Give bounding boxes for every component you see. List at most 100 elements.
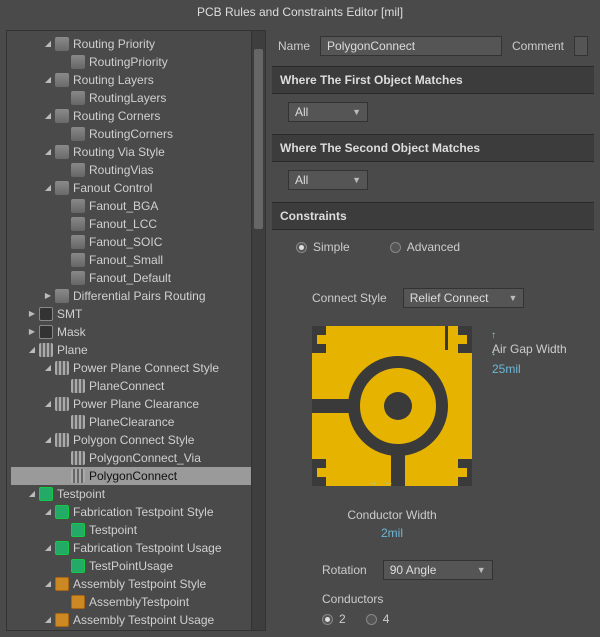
twisty-icon[interactable] (43, 539, 53, 557)
tree-item-label: Fabrication Testpoint Usage (73, 539, 222, 557)
tree-item-label: SMT (57, 305, 82, 323)
grid-icon (71, 415, 85, 429)
connect-style-select[interactable]: Relief Connect ▼ (403, 288, 525, 308)
grid-icon (71, 379, 85, 393)
tree-item[interactable]: ◢Fanout_BGA (11, 197, 265, 215)
twisty-icon[interactable] (27, 341, 37, 359)
twisty-icon[interactable] (43, 575, 53, 593)
tree-item[interactable]: Power Plane Connect Style (11, 359, 265, 377)
tree-item[interactable]: ◢RoutingVias (11, 161, 265, 179)
first-match-select[interactable]: All ▼ (288, 102, 368, 122)
airgap-value[interactable]: 25mil (492, 362, 567, 376)
tree-item[interactable]: ◢Fanout_SOIC (11, 233, 265, 251)
routing-icon (55, 37, 69, 51)
tree-scroll-thumb[interactable] (254, 49, 263, 229)
tree-item[interactable]: Fabrication Testpoint Usage (11, 539, 265, 557)
rule-icon (71, 271, 85, 285)
comment-label: Comment (512, 39, 564, 53)
rotation-value: 90 Angle (390, 563, 437, 577)
connect-style-value: Relief Connect (410, 291, 489, 305)
tree-item-label: RoutingCorners (89, 125, 173, 143)
twisty-icon[interactable] (43, 143, 53, 161)
chevron-down-icon: ▼ (508, 293, 517, 303)
rules-tree-panel: Routing Priority◢RoutingPriorityRouting … (6, 30, 266, 631)
tree-item[interactable]: ◢PolygonConnect_Via (11, 449, 265, 467)
tree-item[interactable]: ◢RoutingLayers (11, 89, 265, 107)
conductor-width-value[interactable]: 2mil (312, 526, 472, 540)
twisty-icon[interactable] (43, 287, 53, 305)
routing-icon (55, 145, 69, 159)
tree-item[interactable]: Assembly Testpoint Style (11, 575, 265, 593)
tree-scrollbar[interactable] (251, 31, 265, 630)
constraint-kind-advanced[interactable]: Advanced (390, 240, 460, 254)
twisty-icon[interactable] (43, 107, 53, 125)
tree-item[interactable]: ◢Fanout_LCC (11, 215, 265, 233)
twisty-icon[interactable] (43, 611, 53, 629)
arrow-left-icon: ← (384, 477, 394, 488)
tree-item-label: Plane (57, 341, 88, 359)
conductors-2[interactable]: 2 (322, 612, 346, 626)
tree-item[interactable]: ◢TestPointUsage (11, 557, 265, 575)
tree-item-label: Assembly Testpoint Style (73, 575, 206, 593)
twisty-icon[interactable] (43, 179, 53, 197)
tree-item-label: Fanout_LCC (89, 215, 157, 233)
rule-icon (71, 127, 85, 141)
tree-item[interactable]: ◢AssemblyTestPointUsage (11, 629, 265, 631)
tree-item[interactable]: Polygon Connect Style (11, 431, 265, 449)
tree-item[interactable]: ◢PlaneConnect (11, 377, 265, 395)
second-match-select[interactable]: All ▼ (288, 170, 368, 190)
conductors-4[interactable]: 4 (366, 612, 390, 626)
tp-icon (39, 487, 53, 501)
tree-item[interactable]: Routing Layers (11, 71, 265, 89)
twisty-icon[interactable] (27, 323, 37, 341)
twisty-icon[interactable] (43, 395, 53, 413)
tree-item[interactable]: Testpoint (11, 485, 265, 503)
twisty-icon[interactable] (43, 359, 53, 377)
chevron-down-icon: ▼ (477, 565, 486, 575)
tree-item[interactable]: Mask (11, 323, 265, 341)
tree-item[interactable]: ◢PlaneClearance (11, 413, 265, 431)
tree-item[interactable]: ◢RoutingCorners (11, 125, 265, 143)
tree-item[interactable]: Assembly Testpoint Usage (11, 611, 265, 629)
tree-item[interactable]: Fabrication Testpoint Style (11, 503, 265, 521)
tree-item[interactable]: ◢AssemblyTestpoint (11, 593, 265, 611)
tree-item[interactable]: SMT (11, 305, 265, 323)
rotation-select[interactable]: 90 Angle ▼ (383, 560, 493, 580)
twisty-icon[interactable] (27, 485, 37, 503)
tree-item[interactable]: Differential Pairs Routing (11, 287, 265, 305)
rotation-label: Rotation (322, 563, 367, 577)
tree-item[interactable]: Routing Via Style (11, 143, 265, 161)
tree-item[interactable]: ◢PolygonConnect (11, 467, 265, 485)
tree-item[interactable]: Power Plane Clearance (11, 395, 265, 413)
tree-item[interactable]: ◢RoutingPriority (11, 53, 265, 71)
properties-panel: Name Comment Where The First Object Matc… (272, 24, 600, 637)
rule-icon (71, 55, 85, 69)
name-input[interactable] (320, 36, 502, 56)
tree-item[interactable]: ◢Fanout_Small (11, 251, 265, 269)
tree-item[interactable]: Routing Corners (11, 107, 265, 125)
tree-item[interactable]: ◢Fanout_Default (11, 269, 265, 287)
airgap-label: Air Gap Width (492, 342, 567, 356)
comment-input[interactable] (574, 36, 588, 56)
tree-item[interactable]: Fanout Control (11, 179, 265, 197)
tree-item[interactable]: Plane (11, 341, 265, 359)
rules-tree[interactable]: Routing Priority◢RoutingPriorityRouting … (7, 31, 265, 631)
twisty-icon[interactable] (43, 71, 53, 89)
twisty-icon[interactable] (27, 305, 37, 323)
first-match-value: All (295, 105, 308, 119)
tree-item[interactable]: ◢Testpoint (11, 521, 265, 539)
window-title: PCB Rules and Constraints Editor [mil] (0, 0, 600, 24)
connect-style-preview: ↑ ↓ → ← (312, 326, 472, 486)
grid-icon (39, 343, 53, 357)
twisty-icon[interactable] (43, 431, 53, 449)
rule-icon (71, 253, 85, 267)
tree-item[interactable]: Routing Priority (11, 35, 265, 53)
twisty-icon[interactable] (43, 503, 53, 521)
tp-icon (71, 523, 85, 537)
rule-icon (71, 163, 85, 177)
constraint-kind-simple[interactable]: Simple (296, 240, 350, 254)
tree-item-label: Mask (57, 323, 86, 341)
tree-item-label: AssemblyTestpoint (89, 593, 189, 611)
tree-item-label: RoutingVias (89, 161, 154, 179)
twisty-icon[interactable] (43, 35, 53, 53)
